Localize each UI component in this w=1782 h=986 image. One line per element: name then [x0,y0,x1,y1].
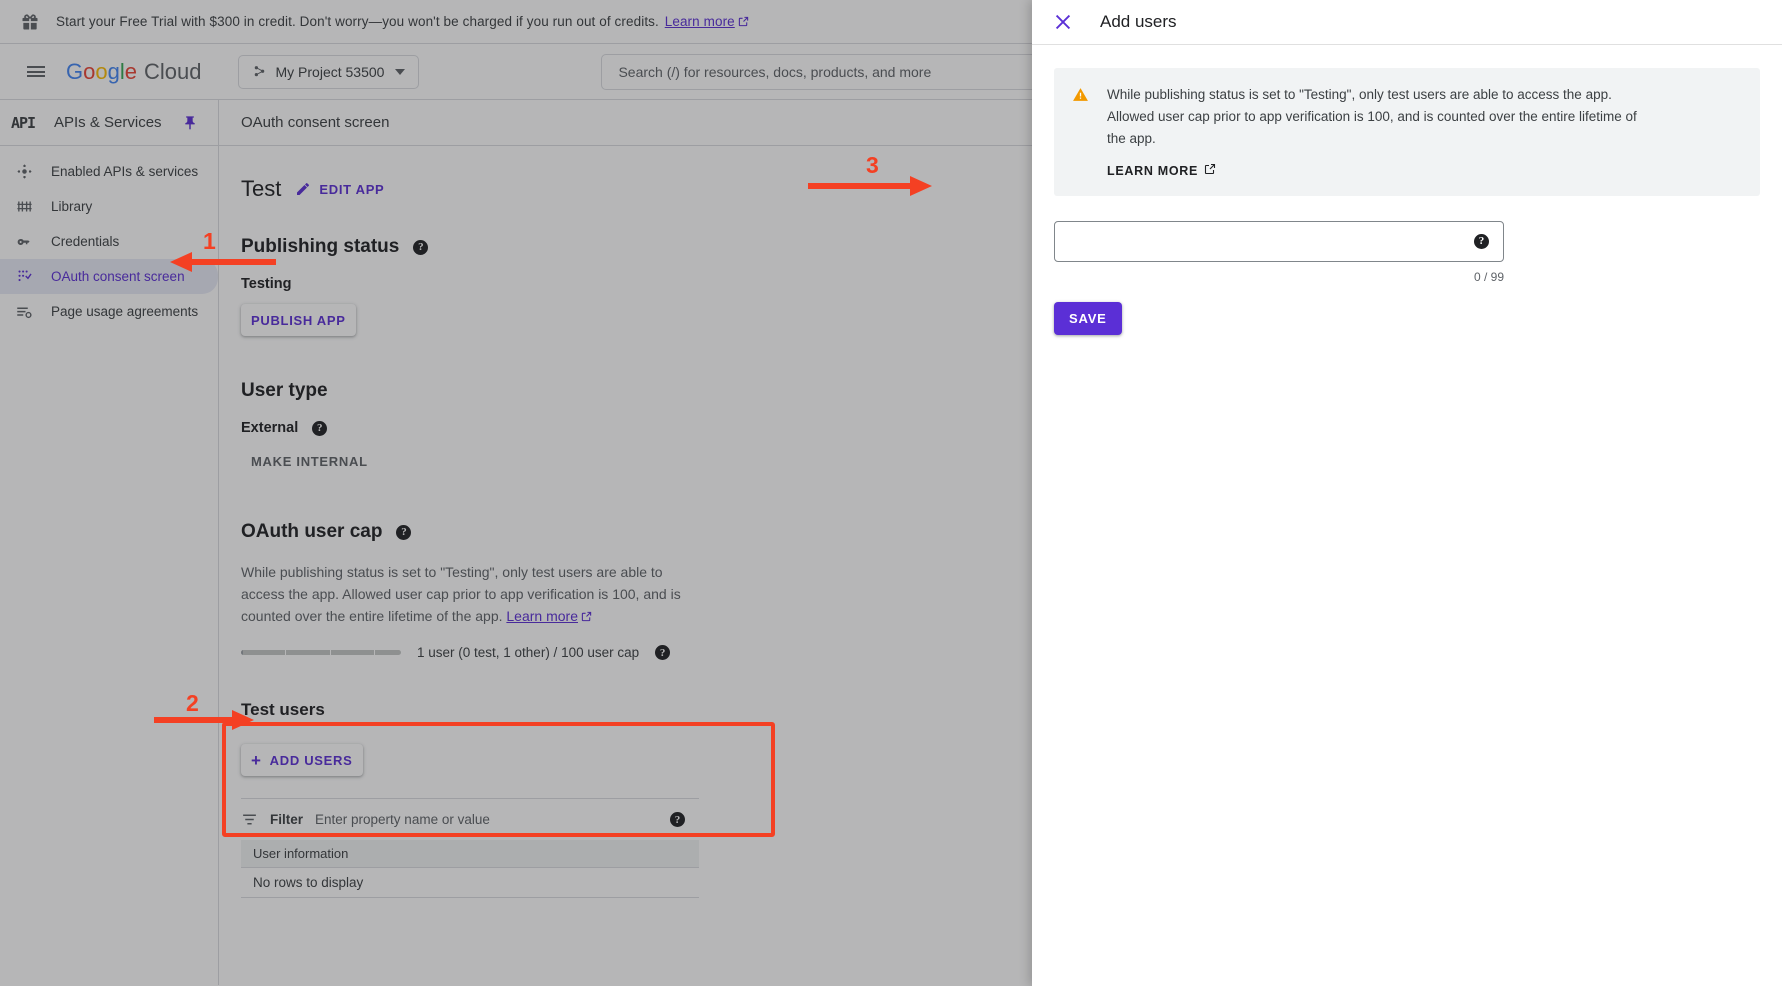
add-users-input[interactable]: ? [1054,220,1504,262]
help-icon[interactable]: ? [1474,233,1489,249]
modal-scrim[interactable] [0,0,1032,986]
panel-header: Add users [1032,0,1782,45]
character-counter: 0 / 99 [1473,269,1504,284]
close-icon[interactable] [1052,11,1074,33]
save-button[interactable]: SAVE [1054,301,1122,335]
publishing-status-alert: While publishing status is set to "Testi… [1054,68,1760,196]
alert-text: While publishing status is set to "Testi… [1107,87,1637,146]
add-users-text-input[interactable] [1069,232,1474,250]
alert-learn-more-link[interactable]: LEARN MORE [1107,163,1216,178]
add-users-panel: Add users While publishing status is set… [1032,0,1782,986]
external-link-icon [1204,163,1216,178]
warning-icon [1072,86,1089,103]
add-users-field-wrap: ? 0 / 99 SAVE [1054,220,1504,335]
panel-title: Add users [1100,12,1177,31]
